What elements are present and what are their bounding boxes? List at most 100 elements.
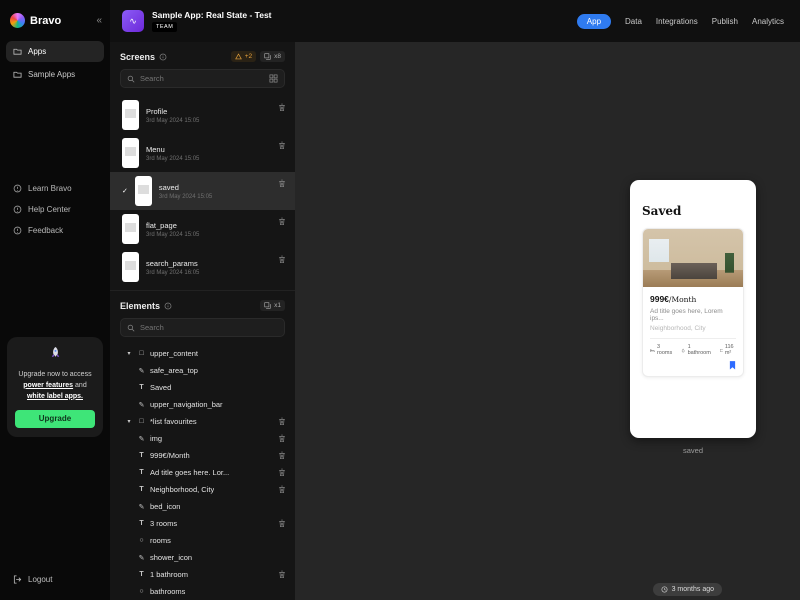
bravo-logo-icon [10, 13, 25, 28]
screen-thumbnail [122, 138, 139, 168]
screen-list-item[interactable]: ✓ Profile 3rd May 2024 15:05 [110, 96, 295, 134]
sidebar-links: Learn Bravo Help Center Feedback [0, 178, 110, 241]
top-tab[interactable]: Data [625, 14, 642, 29]
element-tree-item[interactable]: ▾ ✎ bed_icon [110, 498, 295, 515]
delete-element-icon[interactable] [278, 468, 286, 477]
chevron-down-icon[interactable]: ▾ [125, 418, 133, 425]
feature-label: 116 m² [725, 344, 736, 356]
element-tree-item[interactable]: ▾ ✎ safe_area_top [110, 362, 295, 379]
element-type-icon: T [137, 384, 146, 391]
listing-price: 999€/Month [650, 294, 736, 304]
delete-screen-icon[interactable] [278, 217, 286, 226]
sidebar-nav-item[interactable]: Sample Apps [6, 64, 104, 85]
info-icon[interactable] [159, 53, 167, 61]
delete-screen-icon[interactable] [278, 103, 286, 112]
top-tab[interactable]: Analytics [752, 14, 784, 29]
delete-screen-icon[interactable] [278, 255, 286, 264]
delete-element-icon[interactable] [278, 519, 286, 528]
elements-count: x1 [274, 302, 281, 309]
sidebar-link[interactable]: Learn Bravo [0, 178, 110, 199]
sidebar: Bravo « Apps Sample Apps Learn Bravo [0, 0, 110, 600]
upgrade-card: Upgrade now to access power features and… [7, 337, 103, 437]
sidebar-nav-item[interactable]: Apps [6, 41, 104, 62]
shower-icon [681, 348, 685, 353]
delete-element-icon[interactable] [278, 485, 286, 494]
feature-item: 116 m² [720, 344, 736, 356]
screen-date: 3rd May 2024 15:05 [146, 232, 199, 238]
team-badge: TEAM [152, 22, 177, 32]
sidebar-collapse-button[interactable]: « [96, 15, 102, 26]
element-tree-item[interactable]: ▾ ✎ upper_navigation_bar [110, 396, 295, 413]
bookmark-icon [729, 361, 736, 370]
upgrade-button[interactable]: Upgrade [15, 410, 95, 428]
screens-search-input[interactable] [140, 74, 264, 83]
element-tree-item[interactable]: ▾ □ *list favourites [110, 413, 295, 430]
logout-button[interactable]: Logout [0, 565, 110, 600]
artboard-label: saved [630, 446, 756, 455]
feature-label: 1 bathroom [688, 344, 712, 356]
app-icon[interactable]: ∿ [122, 10, 144, 32]
screen-name: flat_page [146, 221, 199, 230]
power-features-link[interactable]: power features [23, 382, 73, 389]
element-tree-item[interactable]: ▾ T 999€/Month [110, 447, 295, 464]
elements-search-input[interactable] [140, 323, 278, 332]
phone-preview[interactable]: Saved 999€/Month Ad title goes here, Lor… [630, 180, 756, 438]
screen-date: 3rd May 2024 15:05 [159, 194, 212, 200]
rocket-icon [49, 347, 62, 360]
top-tab[interactable]: Integrations [656, 14, 698, 29]
upgrade-joiner: and [75, 382, 87, 389]
element-tree-item[interactable]: ▾ ○ rooms [110, 532, 295, 549]
screens-title: Screens [120, 52, 155, 62]
preview-screen-title: Saved [642, 204, 744, 218]
element-tree-item[interactable]: ▾ T 1 bathroom [110, 566, 295, 583]
element-type-icon: ○ [137, 588, 146, 595]
chevron-down-icon[interactable]: ▾ [125, 350, 133, 357]
element-tree-item[interactable]: ▾ ✎ img [110, 430, 295, 447]
sidebar-link[interactable]: Help Center [0, 199, 110, 220]
app-root: Bravo « Apps Sample Apps Learn Bravo [0, 0, 800, 600]
delete-element-icon[interactable] [278, 451, 286, 460]
brand-name: Bravo [30, 15, 61, 27]
top-tab-label: App [587, 17, 601, 26]
bed-icon [650, 348, 655, 353]
screen-list-item[interactable]: ✓ Menu 3rd May 2024 15:05 [110, 134, 295, 172]
screens-limit-count: +2 [245, 53, 252, 60]
screen-name: Menu [146, 145, 199, 154]
delete-screen-icon[interactable] [278, 141, 286, 150]
white-label-link[interactable]: white label apps. [27, 393, 83, 400]
delete-element-icon[interactable] [278, 434, 286, 443]
canvas[interactable]: Saved 999€/Month Ad title goes here, Lor… [295, 42, 800, 600]
element-tree-item[interactable]: ▾ T Neighborhood, City [110, 481, 295, 498]
element-tree-item[interactable]: ▾ ○ bathrooms [110, 583, 295, 600]
link-icon [13, 226, 22, 235]
element-tree-item[interactable]: ▾ □ upper_content [110, 345, 295, 362]
element-tree-item[interactable]: ▾ ✎ shower_icon [110, 549, 295, 566]
screen-date: 3rd May 2024 15:05 [146, 118, 199, 124]
screen-thumbnail [122, 214, 139, 244]
info-icon[interactable] [164, 302, 172, 310]
divider [650, 338, 736, 339]
element-type-icon: ✎ [137, 367, 146, 375]
sidebar-link[interactable]: Feedback [0, 220, 110, 241]
element-tree-item[interactable]: ▾ T 3 rooms [110, 515, 295, 532]
element-type-icon: T [137, 486, 146, 493]
screens-stack-icon [264, 302, 271, 309]
screen-name: Profile [146, 107, 199, 116]
element-tree-item[interactable]: ▾ T Saved [110, 379, 295, 396]
delete-element-icon[interactable] [278, 570, 286, 579]
grid-view-icon[interactable] [269, 74, 278, 83]
element-tree-item[interactable]: ▾ T Ad title goes here. Lor... [110, 464, 295, 481]
screen-list-item[interactable]: ✓ search_params 3rd May 2024 16:05 [110, 248, 295, 286]
top-tab[interactable]: Publish [712, 14, 738, 29]
element-type-icon: ○ [137, 537, 146, 544]
delete-element-icon[interactable] [278, 417, 286, 426]
top-tab[interactable]: App [577, 14, 611, 29]
element-name: img [150, 434, 162, 443]
screens-stack-icon [264, 53, 271, 60]
logo-row: Bravo « [0, 0, 110, 40]
element-type-icon: ✎ [137, 554, 146, 562]
screen-list-item[interactable]: ✓ saved 3rd May 2024 15:05 [110, 172, 295, 210]
screen-list-item[interactable]: ✓ flat_page 3rd May 2024 15:05 [110, 210, 295, 248]
delete-screen-icon[interactable] [278, 179, 286, 188]
feature-label: 3 rooms [657, 344, 673, 356]
